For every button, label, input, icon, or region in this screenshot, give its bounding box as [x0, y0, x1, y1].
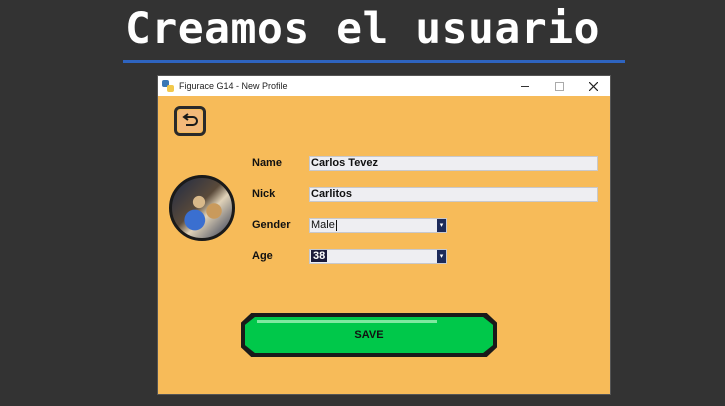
gender-label: Gender	[252, 219, 291, 231]
slide-title: Creamos el usuario	[125, 4, 600, 54]
nick-field[interactable]: Carlitos	[309, 187, 598, 202]
text-cursor	[335, 219, 337, 231]
avatar	[169, 175, 235, 241]
minimize-button[interactable]	[508, 76, 542, 96]
nick-label: Nick	[252, 188, 276, 200]
save-button-label: SAVE	[354, 329, 384, 341]
window-title: Figurace G14 - New Profile	[179, 81, 288, 91]
age-dropdown-arrow-icon[interactable]: ▾	[437, 250, 446, 263]
age-select[interactable]: 38 ▾	[309, 249, 447, 264]
close-button[interactable]	[576, 76, 610, 96]
title-underline	[123, 60, 625, 63]
maximize-icon	[554, 81, 564, 91]
gender-select[interactable]: Male ▾	[309, 218, 447, 233]
back-arrow-icon	[182, 113, 198, 126]
close-icon	[588, 81, 598, 91]
age-value: 38	[311, 250, 328, 262]
save-button[interactable]: SAVE	[241, 313, 497, 357]
app-window: Figurace G14 - New Profile Name Carlos T…	[158, 76, 610, 394]
minimize-icon	[521, 85, 529, 87]
age-label: Age	[252, 250, 273, 262]
window-controls	[508, 76, 610, 96]
maximize-button[interactable]	[542, 76, 576, 96]
name-field[interactable]: Carlos Tevez	[309, 156, 598, 171]
back-button[interactable]	[174, 106, 206, 136]
button-highlight	[257, 320, 437, 323]
name-label: Name	[252, 157, 282, 169]
gender-dropdown-arrow-icon[interactable]: ▾	[437, 219, 446, 232]
gender-value: Male	[311, 219, 335, 231]
window-titlebar[interactable]: Figurace G14 - New Profile	[158, 76, 610, 96]
python-app-icon	[162, 80, 174, 92]
